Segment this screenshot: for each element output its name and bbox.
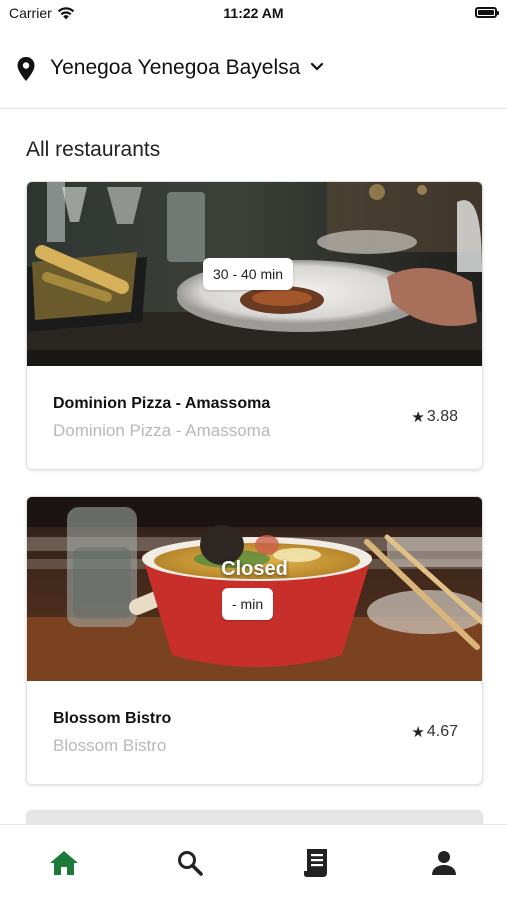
restaurant-name: Dominion Pizza - Amassoma <box>53 395 271 412</box>
restaurant-subtitle: Blossom Bistro <box>53 736 167 755</box>
profile-icon <box>432 851 456 875</box>
tab-orders[interactable] <box>297 843 337 883</box>
rating: ★ 3.88 <box>411 408 458 426</box>
delivery-time-badge: - min <box>222 588 274 620</box>
star-icon: ★ <box>411 409 425 426</box>
header-divider <box>0 108 507 109</box>
status-bar: Carrier 11:22 AM <box>0 0 507 28</box>
restaurant-subtitle: Dominion Pizza - Amassoma <box>53 421 271 440</box>
orders-icon <box>304 849 327 877</box>
restaurant-card-blossom-bistro[interactable]: Closed - min Blossom Bistro Blossom Bist… <box>26 496 483 785</box>
restaurant-image: 30 - 40 min <box>27 182 482 366</box>
star-icon: ★ <box>411 724 425 741</box>
location-pin-icon <box>17 57 35 81</box>
chevron-down-icon[interactable] <box>310 62 324 72</box>
restaurant-card-dominion-pizza[interactable]: 30 - 40 min Dominion Pizza - Amassoma Do… <box>26 181 483 470</box>
battery-icon <box>475 7 499 18</box>
restaurant-name: Blossom Bistro <box>53 710 172 727</box>
rating-value: 4.67 <box>426 723 458 740</box>
restaurant-image: Closed - min <box>27 497 482 681</box>
tab-profile[interactable] <box>424 843 464 883</box>
location-selector[interactable]: Yenegoa Yenegoa Bayelsa <box>0 44 507 92</box>
tab-home[interactable] <box>44 843 84 883</box>
tab-bar <box>0 824 507 901</box>
home-icon <box>50 851 78 875</box>
tab-search[interactable] <box>170 843 210 883</box>
section-title: All restaurants <box>26 138 161 161</box>
rating: ★ 4.67 <box>411 723 458 741</box>
rating-value: 3.88 <box>426 408 458 425</box>
status-time: 11:22 AM <box>223 5 284 21</box>
closed-label: Closed <box>221 558 288 580</box>
delivery-time-badge: 30 - 40 min <box>203 258 294 290</box>
location-label[interactable]: Yenegoa Yenegoa Bayelsa <box>50 56 300 80</box>
search-icon <box>178 851 203 876</box>
